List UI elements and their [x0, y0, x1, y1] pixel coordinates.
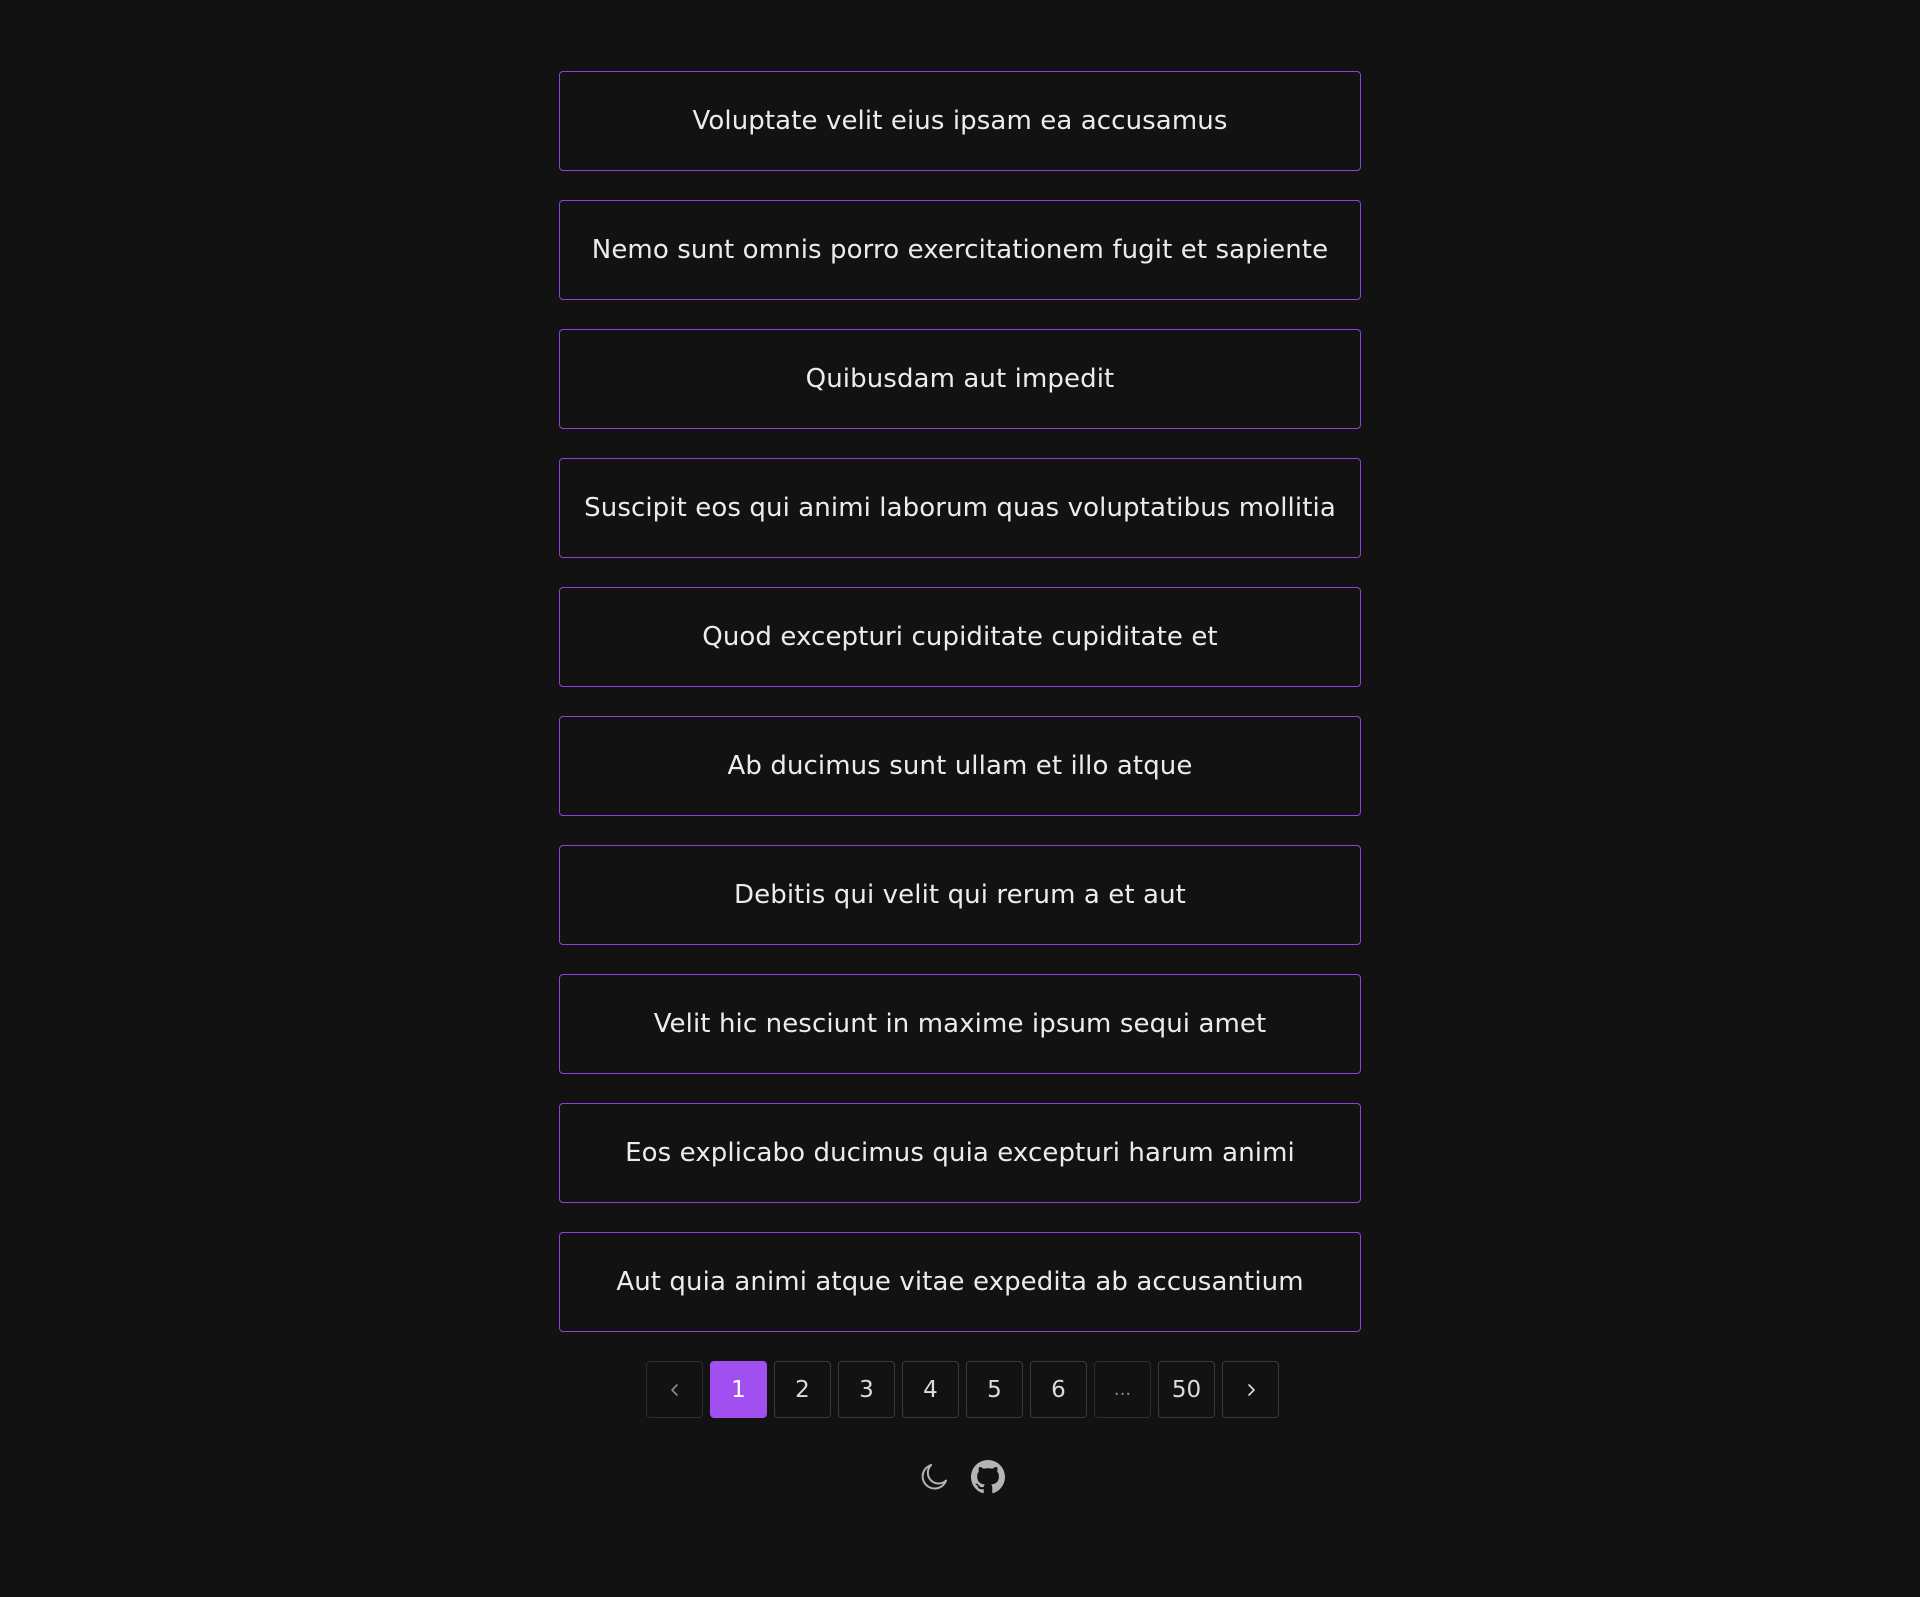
footer: [915, 1460, 1007, 1498]
list-item[interactable]: Velit hic nesciunt in maxime ipsum sequi…: [559, 974, 1361, 1074]
page: Voluptate velit eius ipsam ea accusamus …: [0, 0, 1920, 1597]
moon-icon: [917, 1460, 951, 1498]
page-button-4[interactable]: 4: [902, 1361, 959, 1418]
page-button-3[interactable]: 3: [838, 1361, 895, 1418]
list-item[interactable]: Debitis qui velit qui rerum a et aut: [559, 845, 1361, 945]
page-button-2[interactable]: 2: [774, 1361, 831, 1418]
chevron-right-icon: [1244, 1383, 1258, 1397]
page-button-5[interactable]: 5: [966, 1361, 1023, 1418]
list-item[interactable]: Quod excepturi cupiditate cupiditate et: [559, 587, 1361, 687]
page-button-6[interactable]: 6: [1030, 1361, 1087, 1418]
page-button-1[interactable]: 1: [710, 1361, 767, 1418]
pagination: 1 2 3 4 5 6 ... 50: [646, 1361, 1279, 1418]
pagination-ellipsis: ...: [1094, 1361, 1151, 1418]
list-item[interactable]: Suscipit eos qui animi laborum quas volu…: [559, 458, 1361, 558]
list-item[interactable]: Eos explicabo ducimus quia excepturi har…: [559, 1103, 1361, 1203]
list-item[interactable]: Ab ducimus sunt ullam et illo atque: [559, 716, 1361, 816]
next-page-button[interactable]: [1222, 1361, 1279, 1418]
chevron-left-icon: [668, 1383, 682, 1397]
theme-toggle-button[interactable]: [915, 1460, 953, 1498]
github-link[interactable]: [969, 1460, 1007, 1498]
list-item[interactable]: Aut quia animi atque vitae expedita ab a…: [559, 1232, 1361, 1332]
item-list: Voluptate velit eius ipsam ea accusamus …: [559, 71, 1361, 1332]
list-item[interactable]: Nemo sunt omnis porro exercitationem fug…: [559, 200, 1361, 300]
list-item[interactable]: Voluptate velit eius ipsam ea accusamus: [559, 71, 1361, 171]
list-item[interactable]: Quibusdam aut impedit: [559, 329, 1361, 429]
page-button-50[interactable]: 50: [1158, 1361, 1215, 1418]
github-icon: [971, 1460, 1005, 1498]
prev-page-button[interactable]: [646, 1361, 703, 1418]
